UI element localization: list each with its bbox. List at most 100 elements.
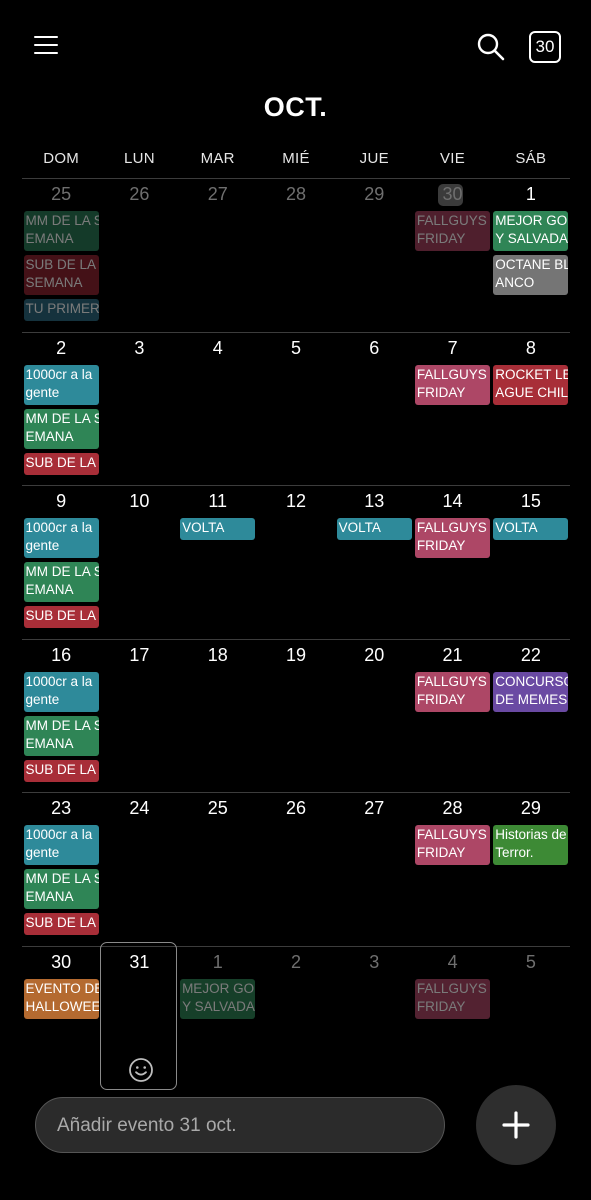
day-number: 16 xyxy=(51,644,72,665)
day-number: 9 xyxy=(56,491,67,511)
selected-day-frame[interactable] xyxy=(100,942,177,1090)
day-cell[interactable]: 6 xyxy=(335,333,413,485)
add-event-placeholder: Añadir evento 31 oct. xyxy=(57,1115,237,1136)
event-chip[interactable]: SUB DE LA SEMANA xyxy=(23,255,99,295)
day-number: 21 xyxy=(442,644,463,665)
day-number: 12 xyxy=(285,491,306,511)
day-cell[interactable]: 4 xyxy=(413,947,491,1099)
event-chip[interactable]: EVENTO DE HALLOWEEN xyxy=(23,978,99,1019)
event-chip[interactable]: FALLGUYS FRIDAY xyxy=(414,825,491,865)
day-cell[interactable]: 21 xyxy=(413,640,491,792)
event-chip[interactable]: SUB DE LA S xyxy=(23,759,99,782)
event-chip[interactable]: FALLGUYS FRIDAY xyxy=(414,671,491,712)
day-cell[interactable]: 24 xyxy=(100,793,178,945)
day-number: 3 xyxy=(134,337,145,358)
event-chip[interactable]: SUB DE LA S xyxy=(23,913,99,935)
day-cell[interactable]: 11 xyxy=(179,486,257,638)
day-number: 1 xyxy=(525,184,536,204)
day-number: 29 xyxy=(364,184,385,204)
day-cell[interactable]: 28 xyxy=(257,179,335,331)
event-chip[interactable]: FALLGUYS FRIDAY xyxy=(414,518,491,558)
event-chip[interactable]: MM DE LA S EMANA xyxy=(23,869,99,909)
event-chip[interactable]: MM DE LA S EMANA xyxy=(23,211,99,251)
weekday-label: LUN xyxy=(123,150,155,167)
event-chip[interactable]: FALLGUYS FRIDAY xyxy=(414,364,491,405)
day-cell[interactable]: 3 xyxy=(100,333,178,485)
day-cell[interactable]: 3 xyxy=(335,947,413,1099)
day-cell[interactable]: 19 xyxy=(257,640,335,792)
event-chip[interactable]: Historias de Terror. xyxy=(493,825,569,865)
day-cell[interactable]: 27 xyxy=(335,793,413,945)
search-icon[interactable] xyxy=(476,32,506,62)
day-number: 7 xyxy=(447,337,458,358)
day-number: 23 xyxy=(51,798,72,818)
event-chip[interactable]: MM DE LA S EMANA xyxy=(23,715,99,756)
day-number: 25 xyxy=(51,184,72,204)
day-cell[interactable]: 25 xyxy=(179,793,257,945)
event-chip[interactable]: VOLTA xyxy=(493,518,569,540)
day-cell[interactable]: 1 xyxy=(179,947,257,1099)
event-chip[interactable]: ROCKET LE AGUE CHILE xyxy=(493,364,569,405)
event-chip[interactable]: 1000cr a la gente xyxy=(23,518,99,558)
week-row: 25 26 27 28 29 30 1 MM DE LA S EMANA SUB DE LA S… xyxy=(22,178,570,332)
event-chip[interactable]: MEJOR GOL Y SALVADA xyxy=(180,978,256,1019)
day-cell[interactable]: 29 xyxy=(335,179,413,331)
weekday-label: JUE xyxy=(359,150,389,167)
event-chip[interactable]: FALLGUYS FRIDAY xyxy=(414,211,491,251)
day-cell[interactable]: 26 xyxy=(257,793,335,945)
day-cell[interactable]: 2 xyxy=(257,947,335,1099)
event-chip[interactable]: FALLGUYS FRIDAY xyxy=(414,978,491,1019)
day-cell[interactable]: 26 xyxy=(100,179,178,331)
event-chip[interactable]: 1000cr a la gente xyxy=(23,671,99,712)
day-number: 5 xyxy=(525,951,536,972)
add-event-button[interactable] xyxy=(476,1085,556,1165)
day-cell[interactable]: 7 xyxy=(413,333,491,485)
hamburger-menu-icon[interactable] xyxy=(34,34,58,56)
event-chip[interactable]: MM DE LA S EMANA xyxy=(23,408,99,449)
day-number: 18 xyxy=(207,644,228,665)
day-cell[interactable]: 22 xyxy=(492,640,570,792)
day-number: 28 xyxy=(442,798,463,818)
day-cell[interactable]: 10 xyxy=(100,486,178,638)
month-title[interactable]: OCT. xyxy=(0,92,591,123)
day-cell[interactable]: 5 xyxy=(492,947,570,1099)
go-to-today-button[interactable]: 30 xyxy=(529,31,561,63)
day-cell[interactable]: 17 xyxy=(100,640,178,792)
day-cell[interactable]: 5 xyxy=(257,333,335,485)
day-cell[interactable]: 30 xyxy=(22,947,100,1099)
event-chip[interactable]: VOLTA xyxy=(336,518,412,540)
event-chip[interactable]: VOLTA xyxy=(180,518,256,540)
event-chip[interactable]: MEJOR GOL Y SALVADA xyxy=(493,211,569,251)
event-chip[interactable]: SUB DE LA S xyxy=(23,606,99,628)
event-chip[interactable]: CONCURSO DE MEMES xyxy=(493,671,569,712)
event-chip[interactable]: 1000cr a la gente xyxy=(23,825,99,865)
day-number: 10 xyxy=(129,491,150,511)
event-chip[interactable]: OCTANE BL ANCO xyxy=(493,255,569,295)
day-cell[interactable]: 12 xyxy=(257,486,335,638)
day-number: 11 xyxy=(208,491,228,511)
week-row: 9 10 11 12 13 14 15 1000cr a la gente MM DE LA S… xyxy=(22,485,570,639)
day-cell[interactable]: 18 xyxy=(179,640,257,792)
day-number: 6 xyxy=(369,337,380,358)
event-chip[interactable]: MM DE LA S EMANA xyxy=(23,562,99,602)
day-cell[interactable]: 20 xyxy=(335,640,413,792)
day-cell[interactable]: 30 xyxy=(413,179,491,331)
day-number: 14 xyxy=(442,491,463,511)
day-number: 15 xyxy=(520,491,541,511)
add-event-input[interactable]: Añadir evento 31 oct. xyxy=(35,1097,445,1153)
week-row: 23 24 25 26 27 28 29 1000cr a la gente MM DE LA … xyxy=(22,792,570,946)
event-chip[interactable]: SUB DE LA S xyxy=(23,452,99,475)
day-number: 8 xyxy=(525,337,536,358)
event-chip[interactable]: 1000cr a la gente xyxy=(23,364,99,405)
day-number: 1 xyxy=(212,951,223,972)
day-cell[interactable]: 14 xyxy=(413,486,491,638)
day-number: 28 xyxy=(285,184,306,204)
day-cell[interactable]: 27 xyxy=(179,179,257,331)
day-cell[interactable]: 28 xyxy=(413,793,491,945)
day-cell[interactable]: 29 xyxy=(492,793,570,945)
day-cell[interactable]: 8 xyxy=(492,333,570,485)
day-cell[interactable]: 15 xyxy=(492,486,570,638)
event-chip[interactable]: TU PRIMER F xyxy=(23,299,99,321)
day-cell[interactable]: 13 xyxy=(335,486,413,638)
day-cell[interactable]: 4 xyxy=(179,333,257,485)
